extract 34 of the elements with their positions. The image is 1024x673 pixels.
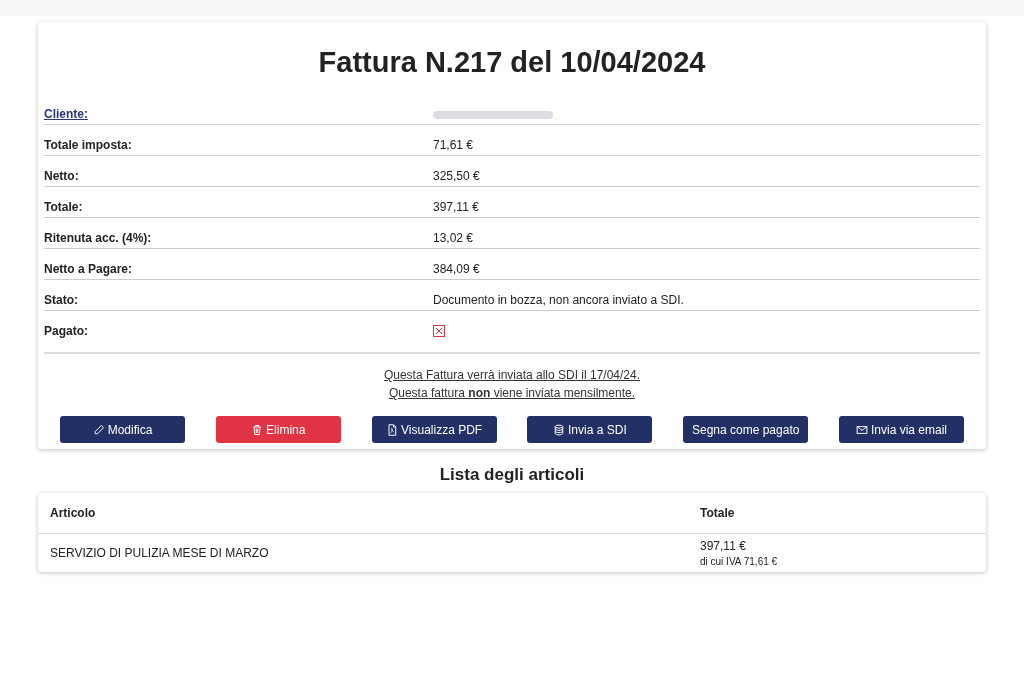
database-icon [553, 423, 566, 436]
info-note: Questa fattura non viene inviata mensilmente. [387, 385, 637, 402]
column-header: Totale [700, 506, 735, 520]
field-value: Documento in bozza, non ancora inviato a SDI. [433, 293, 684, 307]
action-button[interactable]: Segna come pagato [683, 416, 809, 443]
field-label: Stato: [44, 292, 79, 309]
column-header: Articolo [50, 506, 97, 520]
action-button[interactable]: Elimina [215, 416, 341, 443]
section-title: Lista degli articoli [438, 465, 586, 485]
action-button[interactable]: Modifica [60, 416, 185, 443]
field-value: 71,61 € [433, 138, 474, 152]
field-label: Netto: [44, 168, 80, 185]
document-icon [386, 423, 398, 436]
invoice-title: Fattura N.217 del 10/04/2024 [317, 46, 707, 79]
envelope-icon [855, 423, 868, 436]
field-value: 384,09 € [433, 262, 480, 276]
action-button[interactable]: Invia a SDI [527, 416, 653, 443]
trash-icon [251, 423, 264, 436]
field-label: Totale imposta: [44, 137, 133, 154]
field-label: Pagato: [44, 323, 89, 340]
client-link[interactable]: Cliente: [44, 105, 433, 123]
info-note: Questa Fattura verrà inviata allo SDI il 17/04/24. [382, 367, 642, 384]
vat-note: di cui IVA 71,61 € [700, 556, 778, 567]
field-label: Totale: [44, 199, 84, 216]
field-value: 397,11 € [433, 200, 479, 214]
action-button[interactable]: Visualizza PDF [371, 416, 497, 443]
field-value: 325,50 € [433, 169, 480, 183]
pencil-icon [92, 423, 105, 436]
action-button[interactable]: Invia via email [839, 416, 964, 443]
field-value: 13,02 € [433, 231, 474, 245]
table-cell-text: SERVIZIO DI PULIZIA MESE DI MARZO [50, 546, 270, 560]
field-label: Ritenuta acc. (4%): [44, 230, 153, 247]
table-cell-text: 397,11 € [700, 539, 747, 553]
field-label: Netto a Pagare: [44, 261, 134, 278]
